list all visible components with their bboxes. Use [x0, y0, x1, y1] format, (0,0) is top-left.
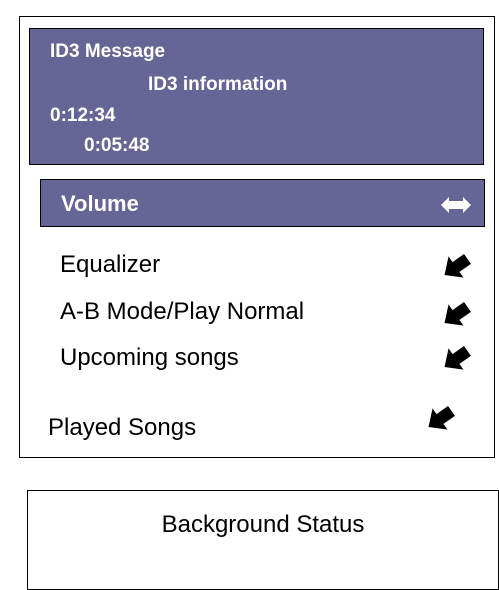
double-arrow-icon — [441, 197, 471, 213]
id3-information: ID3 information — [148, 74, 288, 95]
menu-item-ab-mode[interactable]: A-B Mode/Play Normal — [60, 300, 304, 324]
menu-item-upcoming-songs[interactable]: Upcoming songs — [60, 346, 239, 370]
background-status-panel: Background Status — [27, 490, 499, 590]
background-status-label: Background Status — [161, 511, 365, 538]
arrow-icon[interactable] — [440, 344, 472, 374]
id3-message: ID3 Message — [50, 41, 166, 62]
volume-label: Volume — [61, 191, 139, 216]
arrow-icon[interactable] — [440, 300, 472, 330]
elapsed-time: 0:12:34 — [50, 105, 116, 126]
menu-item-volume[interactable]: Volume — [40, 179, 485, 227]
menu-item-played-songs[interactable]: Played Songs — [48, 416, 196, 440]
remaining-time: 0:05:48 — [84, 135, 150, 156]
id3-info-box: ID3 Message ID3 information 0:12:34 0:05… — [29, 28, 484, 165]
menu-item-equalizer[interactable]: Equalizer — [60, 253, 160, 277]
arrow-icon[interactable] — [424, 404, 456, 434]
arrow-icon[interactable] — [440, 252, 472, 282]
